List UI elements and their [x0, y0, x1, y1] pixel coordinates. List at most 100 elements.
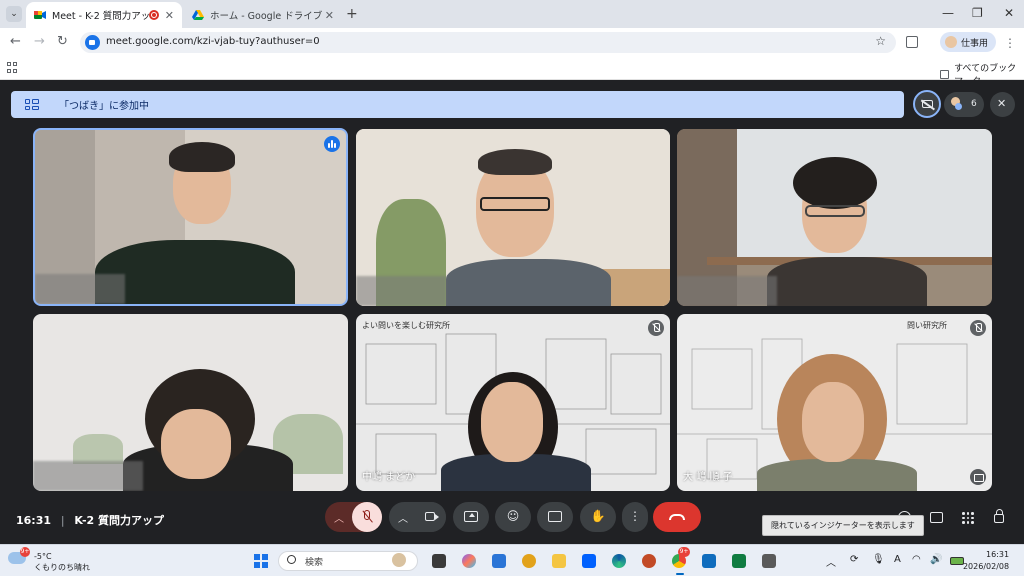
avatar: [945, 36, 957, 48]
recording-indicator-icon: [148, 10, 159, 20]
participant-count: 6: [971, 99, 977, 109]
more-vert-icon: ⋮: [629, 509, 641, 523]
meeting-time-title: 16:31 | K-2 質問力アップ: [16, 514, 165, 527]
tooltip: 隠れているインジケーターを表示します: [762, 515, 924, 536]
picture-in-picture-icon[interactable]: [970, 469, 986, 485]
browser-menu-icon[interactable]: ⋮: [1004, 36, 1016, 50]
participants-button[interactable]: 6: [944, 92, 984, 117]
background-caption: 問い研究所: [907, 321, 947, 330]
dropbox-icon[interactable]: [582, 554, 596, 568]
meeting-time: 16:31: [16, 514, 52, 527]
file-explorer-icon[interactable]: [552, 554, 566, 568]
participant-tile[interactable]: 問い研究所 大 嶋 順 子: [677, 314, 992, 491]
profile-label: 仕事用: [961, 38, 989, 49]
extensions-icon[interactable]: [906, 36, 918, 48]
close-window-icon[interactable]: ✕: [1004, 6, 1014, 20]
excel-icon[interactable]: [732, 554, 746, 568]
banner-text: 「つばき」に参加中: [59, 101, 149, 112]
app-icon[interactable]: [522, 554, 536, 568]
muted-mic-icon: [970, 320, 986, 336]
windows-start-icon[interactable]: [254, 554, 268, 568]
chat-icon[interactable]: [930, 512, 943, 523]
store-icon[interactable]: [492, 554, 506, 568]
site-info-icon[interactable]: [85, 35, 100, 50]
app-icon[interactable]: [642, 554, 656, 568]
edge-icon[interactable]: [612, 554, 626, 568]
name-label-blur: [35, 274, 125, 304]
breakout-room-icon: [25, 99, 39, 110]
forward-icon[interactable]: →: [34, 34, 45, 49]
back-icon[interactable]: ←: [10, 34, 21, 49]
volume-icon[interactable]: 🔊: [930, 554, 942, 565]
url-text[interactable]: meet.google.com/kzi-vjab-tuy?authuser=0: [106, 36, 320, 47]
address-bar[interactable]: meet.google.com/kzi-vjab-tuy?authuser=0 …: [80, 32, 896, 53]
mic-off-button[interactable]: [352, 502, 382, 532]
joined-banner: 「つばき」に参加中: [11, 91, 904, 118]
hang-up-icon: [669, 514, 685, 520]
captions-button[interactable]: [537, 502, 573, 532]
browser-tab-strip: ⌄ Meet - K-2 質問力アップ ✕ ホーム - Google ドライブ …: [0, 0, 1024, 28]
host-controls-icon[interactable]: [994, 509, 1004, 523]
camera-control-group: ︿: [389, 502, 446, 532]
participant-tile[interactable]: [33, 128, 348, 306]
weather-badge: 9+: [20, 547, 30, 557]
present-screen-button[interactable]: [453, 502, 489, 532]
participant-tile[interactable]: [356, 129, 670, 306]
copilot-icon[interactable]: [462, 554, 476, 568]
bookmark-star-icon[interactable]: ☆: [875, 34, 886, 48]
chevron-up-icon[interactable]: ︿: [398, 510, 408, 525]
outlook-icon[interactable]: [702, 554, 716, 568]
minimize-icon[interactable]: —: [942, 6, 954, 20]
tab-meet[interactable]: Meet - K-2 質問力アップ ✕: [26, 2, 182, 28]
tab-drive[interactable]: ホーム - Google ドライブ ✕: [184, 2, 342, 28]
participant-name: 大 嶋 順 子: [683, 472, 733, 483]
unpin-button[interactable]: ✕: [990, 92, 1015, 117]
hand-icon: ✋: [590, 509, 606, 523]
tab-title: ホーム - Google ドライブ: [210, 11, 323, 22]
name-label-blur: [677, 276, 777, 306]
sync-icon[interactable]: ⟳: [850, 554, 858, 565]
new-tab-icon[interactable]: +: [346, 6, 358, 22]
chevron-up-icon[interactable]: ︿: [334, 510, 344, 525]
show-hidden-icons-chevron-icon[interactable]: ︿: [826, 554, 836, 569]
profile-button[interactable]: 仕事用: [940, 32, 996, 52]
google-drive-icon: [192, 10, 204, 20]
browser-toolbar: ← → ↻ meet.google.com/kzi-vjab-tuy?authu…: [0, 28, 1024, 56]
notepad-icon[interactable]: [762, 554, 776, 568]
clock-time: 16:31: [986, 550, 1010, 559]
more-options-button[interactable]: ⋮: [622, 502, 648, 532]
reactions-button[interactable]: ☺: [495, 502, 531, 532]
bookmarks-bar: すべてのブックマーク: [0, 56, 1024, 87]
camera-off-icon: [922, 100, 933, 108]
ime-icon[interactable]: A: [894, 554, 901, 565]
close-tab-icon[interactable]: ✕: [325, 9, 334, 22]
close-tab-icon[interactable]: ✕: [165, 9, 174, 22]
raise-hand-button[interactable]: ✋: [580, 502, 616, 532]
activities-icon[interactable]: [962, 512, 974, 524]
participant-tile[interactable]: [33, 314, 348, 491]
present-icon: [464, 511, 478, 522]
participant-tile[interactable]: [677, 129, 992, 306]
search-placeholder: 検索: [305, 558, 324, 568]
copilot-character-icon[interactable]: [392, 553, 406, 567]
task-view-icon[interactable]: [432, 554, 446, 568]
background-caption: よい問いを楽しむ研究所: [362, 321, 450, 330]
name-label-blur: [33, 461, 143, 491]
leave-call-button[interactable]: [653, 502, 701, 532]
active-app-indicator: [676, 573, 684, 575]
participant-tile[interactable]: よい問いを楽しむ研究所 中嶋 まどか: [356, 314, 670, 491]
camera-button[interactable]: [416, 502, 446, 532]
plant: [73, 434, 123, 464]
reload-icon[interactable]: ↻: [57, 34, 68, 49]
tab-search-chevron-icon[interactable]: ⌄: [6, 6, 22, 22]
camera-icon: [425, 512, 439, 521]
microphone-icon[interactable]: 🎙: [872, 554, 885, 565]
emoji-icon: ☺: [506, 509, 520, 523]
restore-icon[interactable]: ❐: [972, 6, 983, 20]
wifi-icon[interactable]: ◠: [912, 554, 921, 565]
system-clock[interactable]: 16:31 2026/02/08: [963, 549, 1010, 573]
self-view-camera-off-button[interactable]: [913, 90, 941, 118]
windows-taskbar: 9+ -5°C くもりのち晴れ 検索 9+ ︿ ⟳ 🎙 A ◠ 🔊 16:31 …: [0, 544, 1024, 576]
speaking-indicator-icon: [324, 136, 340, 152]
apps-grid-icon[interactable]: [7, 62, 18, 73]
